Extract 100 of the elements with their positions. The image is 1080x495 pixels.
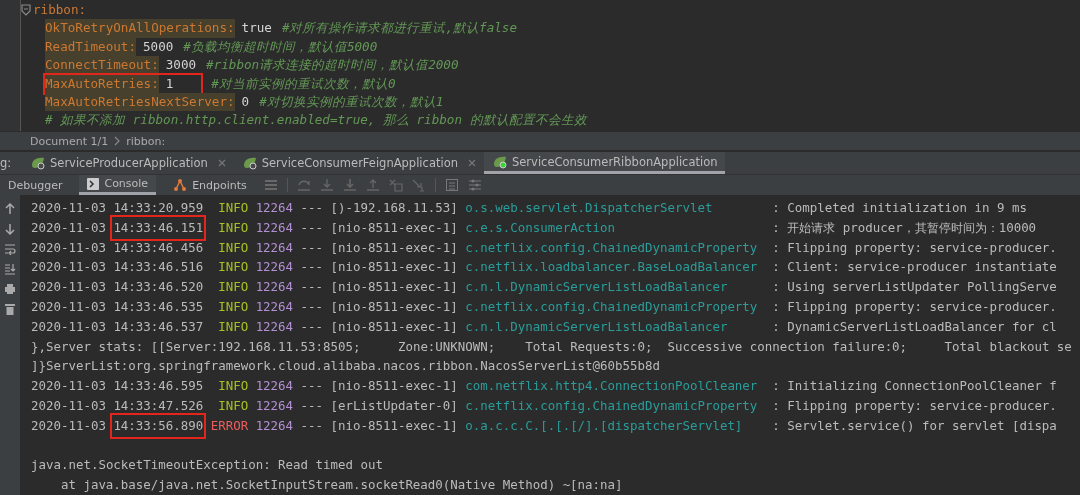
yaml-value: true [241,19,272,38]
logger-name: c.n.l.DynamicServerListLoadBalancer [465,278,728,297]
yaml-comment: #对切换实例的重试次数，默认1 [259,92,444,111]
run-to-cursor-icon[interactable] [411,178,426,192]
stack-trace-line: at java.base/java.net.SocketInputStream.socketRead0(Native Method) ~[na:na] [59,476,623,495]
up-arrow-icon[interactable] [4,203,16,215]
log-separator: --- [300,199,324,217]
logger-name: c.n.l.DynamicServerListLoadBalancer [465,317,728,336]
logger-name: c.netflix.config.ChainedDynamicProperty [465,298,758,316]
logger-name: c.netflix.loadbalancer.BaseLoadBalancer [465,258,758,277]
fold-icon[interactable] [21,4,31,17]
force-step-into-icon[interactable] [342,178,357,192]
thread-name: [)-192.168.11.53] [330,199,458,217]
yaml-key: MaxAutoRetries: [45,74,159,93]
run-tab[interactable]: ServiceProducerApplication [22,152,234,174]
log-separator: --- [300,317,324,336]
log-message: : Flipping property: service-producer. [772,238,1057,257]
yaml-value: 0 [241,92,250,111]
log-separator: --- [300,298,324,316]
log-time: 14:33:46.595 [113,377,204,396]
calculator-icon[interactable] [444,178,459,192]
log-date: 2020-11-03 [31,199,106,217]
yaml-comment: # 如果不添加 ribbon.http.client.enabled=true, 那么 ribbon 的默认配置不会生效 [45,111,587,130]
process-id: 12264 [255,278,294,297]
log-level: ERROR [210,416,249,435]
log-level: INFO [218,199,249,217]
menu-icon[interactable] [263,179,278,191]
tool-tab[interactable]: Debugger [0,175,71,195]
settings-icon[interactable] [467,178,482,192]
breadcrumb-item[interactable]: ribbon: [126,134,166,148]
log-separator: --- [300,416,324,435]
thread-name: [nio-8511-exec-1] [330,317,458,336]
logger-name: c.e.s.ConsumerAction [465,218,616,237]
log-date: 2020-11-03 [31,377,106,396]
trash-icon[interactable] [4,303,16,315]
log-message: : Flipping property: service-producer. [772,298,1057,316]
step-into-icon[interactable] [319,178,334,192]
step-over-icon[interactable] [296,178,311,192]
thread-name: [nio-8511-exec-1] [330,218,458,237]
log-message: : Servlet.service() for servlet [dispa [772,416,1057,435]
log-time: 14:33:46.535 [113,298,204,316]
thread-name: [nio-8511-exec-1] [330,238,458,257]
panel-label: g: [0,156,13,170]
log-separator: --- [300,278,324,297]
run-tab[interactable]: ServiceConsumerRibbonApplication [483,152,726,174]
thread-name: [nio-8511-exec-1] [330,298,458,316]
run-tab[interactable]: ServiceConsumerFeignApplication [233,152,484,174]
tool-tab[interactable]: Endpoints [165,175,255,195]
close-icon[interactable] [217,159,226,167]
process-id: 12264 [255,377,294,396]
process-id: 12264 [255,298,294,316]
log-separator: --- [300,396,324,415]
yaml-key: OkToRetryOnAllOperations: [45,19,235,38]
log-level: INFO [218,258,249,277]
close-icon[interactable] [467,159,476,167]
process-id: 12264 [255,199,294,217]
log-message: : Initializing ConnectionPoolCleaner f [772,377,1057,396]
log-message: : 开始请求 producer，其暂停时间为：10000 [772,218,1037,237]
thread-name: [nio-8511-exec-1] [330,278,458,297]
breadcrumb-item[interactable]: Document 1/1 [30,134,109,148]
log-separator: --- [300,218,324,237]
logger-name: o.a.c.c.C.[.[.[/].[dispatcherServlet] [465,416,743,435]
yaml-key: ConnectTimeout: [45,56,159,75]
process-id: 12264 [255,258,294,277]
log-level: INFO [218,377,249,396]
tool-tab[interactable]: Console [79,175,157,195]
log-time: 14:33:46.151 [113,217,204,238]
log-level: INFO [218,317,249,336]
yaml-comment: #负载均衡超时时间，默认值5000 [183,37,378,56]
yaml-value: 5000 [143,37,174,56]
soft-wrap-icon[interactable] [4,243,16,255]
log-separator: --- [300,258,324,277]
console-icon [87,177,100,190]
yaml-key: MaxAutoRetriesNextServer: [45,92,235,112]
log-message: : DynamicServerListLoadBalancer for cl [772,317,1057,336]
endpoints-icon [173,178,188,192]
down-arrow-icon[interactable] [4,223,16,235]
print-icon[interactable] [4,283,16,295]
log-level: INFO [218,396,249,415]
log-date: 2020-11-03 [31,396,106,415]
scroll-to-end-icon[interactable] [4,263,16,275]
log-level: INFO [218,278,249,297]
drop-frame-icon[interactable] [388,178,403,192]
log-time: 14:33:56.890 [113,415,204,436]
log-date: 2020-11-03 [31,278,106,297]
log-time: 14:33:46.456 [113,238,204,257]
yaml-comment: #对当前实例的重试次数，默认0 [211,74,396,93]
log-date: 2020-11-03 [31,416,106,435]
thread-name: [nio-8511-exec-1] [330,258,458,277]
yaml-comment: #对所有操作请求都进行重试,默认false [281,19,517,38]
log-message: : Using serverListUpdater PollingServe [772,278,1057,297]
step-out-icon[interactable] [365,178,380,192]
log-date: 2020-11-03 [31,317,106,336]
log-time: 14:33:46.516 [113,258,204,277]
process-id: 12264 [255,317,294,336]
yaml-value: 1 [165,74,174,93]
log-time: 14:33:47.526 [113,396,204,415]
log-level: INFO [218,298,249,316]
log-time: 14:33:46.520 [113,278,204,297]
thread-name: [nio-8511-exec-1] [330,416,458,435]
